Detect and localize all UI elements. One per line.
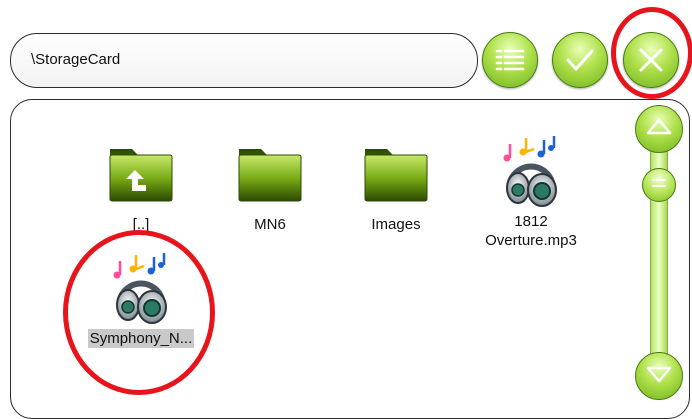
- grip-icon: [651, 176, 667, 194]
- check-icon: [565, 47, 595, 73]
- file-label-line1: 1812: [514, 213, 548, 230]
- file-label: Images: [371, 216, 421, 233]
- list-icon: [495, 47, 525, 73]
- music-file-icon: [106, 253, 176, 327]
- scroll-down-button[interactable]: [635, 352, 683, 400]
- list-view-button[interactable]: [482, 32, 538, 88]
- scrollbar-thumb[interactable]: [642, 168, 676, 202]
- close-icon: [637, 46, 665, 74]
- file-item-folder-images[interactable]: Images: [326, 139, 466, 234]
- file-label: [..]: [132, 216, 150, 233]
- file-item-mp3-1812-overture[interactable]: 1812 Overture.mp3: [461, 136, 601, 250]
- triangle-down-icon: [646, 365, 672, 388]
- music-file-icon: [496, 136, 566, 210]
- close-button[interactable]: [623, 32, 679, 88]
- file-label: MN6: [254, 216, 286, 233]
- file-label-line2: Overture.mp3: [485, 232, 577, 249]
- triangle-up-icon: [646, 118, 672, 141]
- scroll-up-button[interactable]: [635, 105, 683, 153]
- folder-up-icon: [106, 139, 176, 213]
- file-item-parent-folder[interactable]: [..]: [71, 139, 211, 234]
- path-text: \StorageCard: [31, 51, 121, 68]
- folder-icon: [235, 139, 305, 213]
- file-label: 1812 Overture.mp3: [483, 212, 579, 250]
- file-label: Symphony_N...: [87, 329, 195, 348]
- folder-icon: [361, 139, 431, 213]
- file-item-folder-mn6[interactable]: MN6: [200, 139, 340, 234]
- confirm-button[interactable]: [552, 32, 608, 88]
- file-item-mp3-symphony[interactable]: Symphony_N...: [71, 253, 211, 348]
- path-bar[interactable]: \StorageCard: [10, 33, 478, 88]
